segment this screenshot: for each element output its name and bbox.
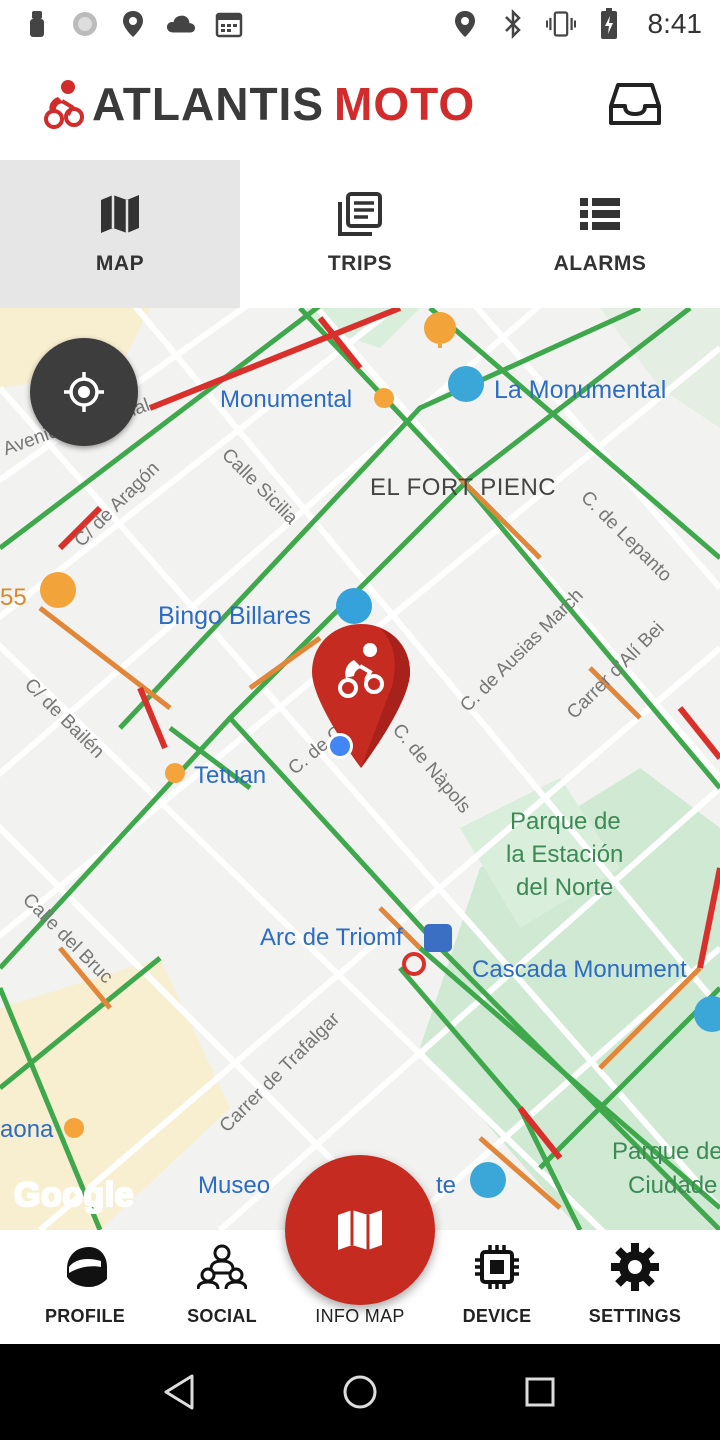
helmet-icon: [60, 1242, 110, 1292]
map-icon: [101, 195, 139, 233]
list-icon: [580, 198, 620, 230]
map-label: Museo: [198, 1172, 271, 1199]
map-view[interactable]: Monumental La Monumental EL FORT PIENC B…: [0, 308, 720, 1230]
calendar-icon: [214, 9, 244, 39]
map-label: Parque de: [510, 808, 621, 835]
inbox-button[interactable]: [608, 82, 662, 126]
bluetooth-icon: [498, 9, 528, 39]
map-label: Monumental: [220, 386, 353, 413]
brand-name-part1: ATLANTIS: [92, 78, 325, 130]
recents-icon[interactable]: [520, 1372, 560, 1412]
tab-trips[interactable]: TRIPS: [240, 160, 480, 308]
back-icon[interactable]: [160, 1372, 200, 1412]
clock: 8:41: [647, 8, 703, 39]
my-location-button[interactable]: [30, 338, 138, 446]
nav-social[interactable]: SOCIAL: [157, 1230, 287, 1344]
map-label: La Monumental: [494, 376, 667, 404]
nav-settings-label: SETTINGS: [588, 1306, 682, 1326]
map-label: aona: [0, 1116, 54, 1143]
tab-alarms[interactable]: ALARMS: [480, 160, 720, 308]
map-label: del Norte: [516, 874, 614, 901]
group-icon: [197, 1242, 247, 1292]
nav-profile[interactable]: PROFILE: [20, 1230, 150, 1344]
battery-icon: [594, 8, 624, 39]
nav-profile-label: PROFILE: [44, 1306, 126, 1326]
status-bar: 8:41: [0, 0, 720, 48]
google-attribution: Google: [14, 1176, 135, 1214]
map-label: 55: [0, 584, 27, 611]
top-tabs: MAP TRIPS ALARMS: [0, 160, 720, 308]
nav-settings[interactable]: SETTINGS: [570, 1230, 700, 1344]
vibrate-icon: [545, 9, 576, 39]
app-header: ATLANTIS MOTO: [0, 48, 720, 160]
map-label: Arc de Triomf: [260, 924, 403, 951]
nav-social-label: SOCIAL: [187, 1306, 257, 1326]
map-label: Ciudade: [628, 1172, 718, 1199]
sync-icon: [70, 9, 100, 39]
chip-icon: [472, 1242, 522, 1292]
location-icon: [118, 9, 148, 39]
map-label: Parque de: [612, 1138, 720, 1165]
tab-map-label: MAP: [95, 252, 145, 275]
map-label: te: [436, 1172, 457, 1199]
user-location-dot: [327, 733, 353, 759]
system-navigation-bar: [0, 1344, 720, 1440]
cloud-icon: [166, 9, 196, 39]
map-label: EL FORT PIENC: [370, 474, 557, 501]
map-label: Bingo Billares: [158, 602, 311, 630]
tab-trips-label: TRIPS: [327, 252, 393, 275]
inbox-icon: [609, 83, 661, 125]
usb-icon: [22, 9, 52, 39]
nav-info-map-label: INFO MAP: [315, 1306, 405, 1326]
brand-name-part2: MOTO: [334, 78, 476, 130]
location-icon: [450, 9, 480, 39]
tab-alarms-label: ALARMS: [553, 252, 647, 275]
map-icon: [338, 1210, 382, 1250]
crosshair-icon: [64, 372, 104, 412]
nav-device[interactable]: DEVICE: [432, 1230, 562, 1344]
info-map-fab[interactable]: [285, 1155, 435, 1305]
gear-icon: [610, 1242, 660, 1292]
brand-logo: ATLANTIS MOTO: [42, 76, 475, 132]
map-label: Tetuan: [194, 762, 267, 789]
trips-icon: [338, 192, 382, 236]
home-icon[interactable]: [340, 1372, 380, 1412]
map-label: la Estación: [506, 841, 624, 868]
map-label: Cascada Monument: [472, 956, 687, 983]
rider-logo-icon: [44, 80, 84, 129]
tab-map[interactable]: MAP: [0, 160, 240, 308]
nav-device-label: DEVICE: [462, 1306, 532, 1326]
